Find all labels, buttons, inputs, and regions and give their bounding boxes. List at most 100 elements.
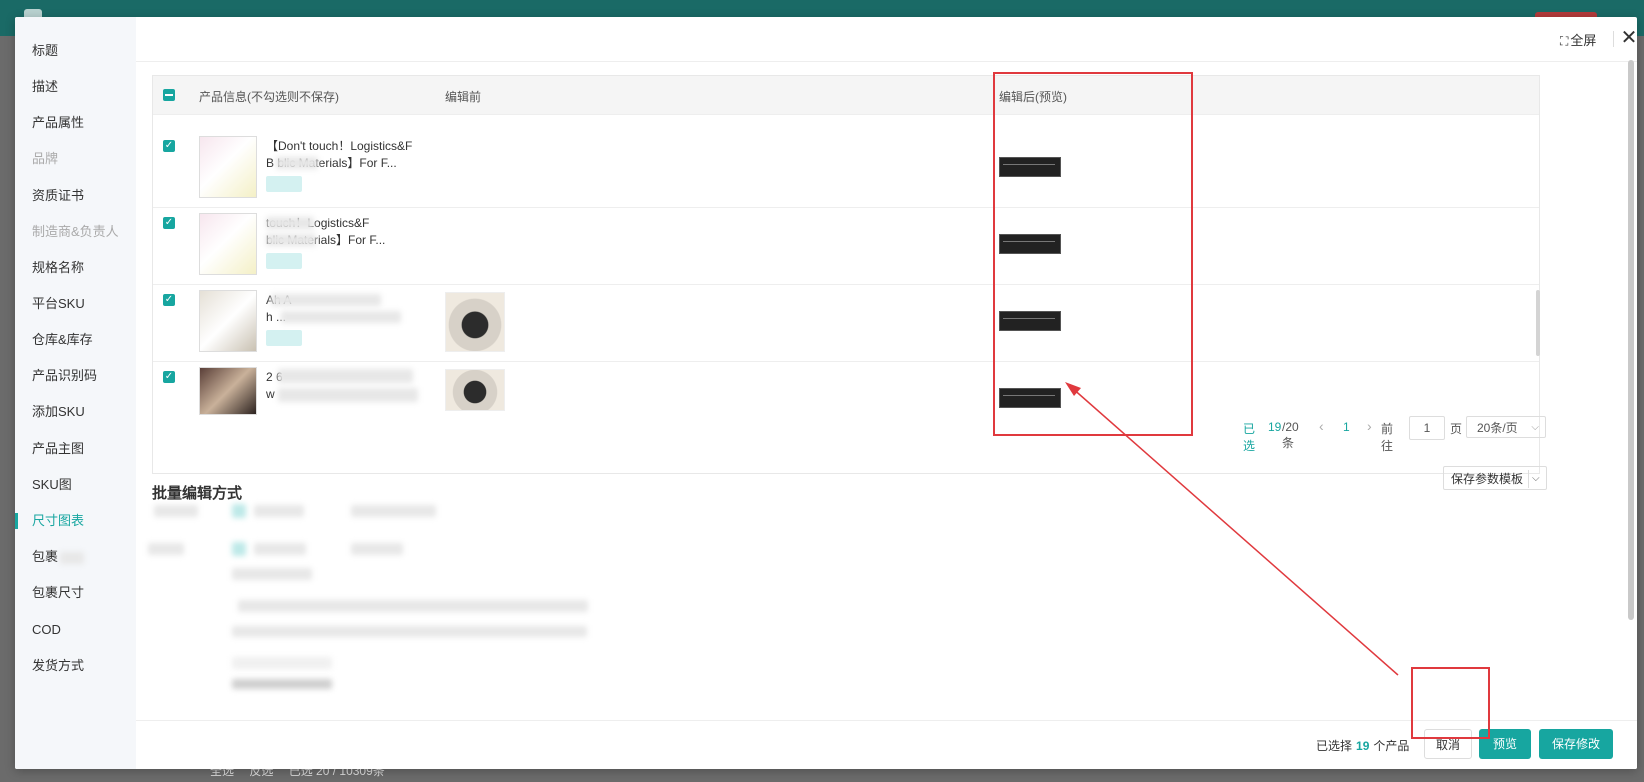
blurred-text: [148, 543, 184, 555]
preview-button[interactable]: 预览: [1479, 729, 1531, 759]
blurred-text: [254, 505, 304, 517]
page-size-select[interactable]: 20条/页 ⌵: [1466, 416, 1546, 438]
blurred-radio: [232, 542, 246, 556]
nav-item-attributes[interactable]: 产品属性: [15, 110, 136, 136]
blurred-text: [266, 217, 314, 229]
blurred-text: [271, 294, 381, 306]
table-row: ✓ 【Don't touch！Logistics&F B blic Materi…: [153, 130, 1539, 208]
row-checkbox[interactable]: ✓: [163, 217, 175, 229]
chevron-down-icon: ⌵: [1531, 422, 1539, 433]
product-thumbnail: [199, 290, 257, 352]
cancel-button[interactable]: 取消: [1424, 729, 1472, 759]
row-checkbox[interactable]: ✓: [163, 140, 175, 152]
product-table: 产品信息(不勾选则不保存) 编辑前 编辑后(预览) ✓ 【Don't touch…: [152, 75, 1546, 474]
nav-item-platform-sku[interactable]: 平台SKU: [15, 291, 136, 317]
pagination-selected-count: 19: [1268, 420, 1282, 434]
blurred-text: [351, 543, 403, 555]
nav-item-description[interactable]: 描述: [15, 74, 136, 100]
row-checkbox[interactable]: ✓: [163, 294, 175, 306]
selected-product-count: 已选择 19 个产品: [1316, 737, 1409, 754]
blurred-text: [278, 388, 418, 402]
nav-item-cod[interactable]: COD: [15, 617, 136, 643]
button-divider: [1528, 470, 1529, 488]
before-image: [445, 292, 505, 352]
product-thumbnail: [199, 136, 257, 198]
col-after: 编辑后(预览): [999, 90, 1067, 104]
product-title-line: 【Don't touch！Logistics&F: [266, 139, 413, 153]
col-before: 编辑前: [445, 90, 482, 104]
product-thumbnail: [199, 367, 257, 415]
blurred-text: [232, 568, 312, 580]
batch-edit-title: 批量编辑方式: [152, 485, 243, 502]
blurred-text: [278, 369, 413, 383]
save-changes-button[interactable]: 保存修改: [1539, 729, 1613, 759]
product-tag: [266, 253, 302, 269]
nav-item-main-image[interactable]: 产品主图: [15, 436, 136, 462]
nav-item-package[interactable]: 包裹: [15, 544, 136, 570]
size-chart-preview: [999, 311, 1061, 331]
table-row: ✓ 2 6 w: [153, 361, 1539, 416]
save-template-label: 保存参数模板: [1451, 472, 1524, 486]
chevron-down-icon[interactable]: ⌵: [1532, 467, 1540, 491]
save-template-button[interactable]: 保存参数模板 ⌵: [1443, 466, 1547, 490]
blurred-text: [276, 157, 318, 169]
blurred-text: [60, 551, 85, 564]
col-product-info: 产品信息(不勾选则不保存): [199, 90, 339, 104]
batch-edit-dialog: 标题 描述 产品属性 品牌 资质证书 制造商&负责人 规格名称 平台SKU 仓库…: [15, 17, 1637, 769]
nav-item-brand: 品牌: [32, 151, 59, 166]
before-image: [445, 369, 505, 411]
product-tag: [266, 330, 302, 346]
pagination-total: /20条: [1282, 420, 1299, 450]
next-page-icon[interactable]: ›: [1367, 418, 1372, 434]
table-row: ✓ Ah A h ...: [153, 284, 1539, 362]
fullscreen-button[interactable]: ⛶ 全屏: [1560, 30, 1596, 49]
nav-item-certificates[interactable]: 资质证书: [15, 183, 136, 209]
nav-item-shipping[interactable]: 发货方式: [15, 653, 136, 679]
expand-icon: ⛶: [1560, 34, 1569, 48]
size-chart-preview: [999, 234, 1061, 254]
table-header: 产品信息(不勾选则不保存) 编辑前 编辑后(预览): [153, 76, 1539, 115]
nav-item-package-size[interactable]: 包裹尺寸: [15, 580, 136, 606]
dialog-footer: 已选择 19 个产品 取消 预览 保存修改: [136, 720, 1637, 769]
dialog-content: ⛶ 全屏 ✕ 产品信息(不勾选则不保存) 编辑前 编辑后(预览) ✓ 【Don't…: [136, 17, 1637, 769]
section-nav: 标题 描述 产品属性 品牌 资质证书 制造商&负责人 规格名称 平台SKU 仓库…: [15, 17, 136, 769]
prev-page-icon[interactable]: ‹: [1319, 418, 1324, 434]
nav-item-add-sku[interactable]: 添加SKU: [15, 399, 136, 425]
header-divider: [1613, 31, 1614, 47]
nav-item-warehouse-stock[interactable]: 仓库&库存: [15, 327, 136, 353]
page-size-value: 20条/页: [1477, 421, 1518, 435]
page-scrollbar[interactable]: [1628, 60, 1634, 620]
pagination-selected-label: 已选: [1243, 422, 1256, 453]
fullscreen-label: 全屏: [1570, 33, 1597, 48]
size-chart-preview: [999, 157, 1061, 177]
blurred-text: [266, 234, 316, 246]
blurred-text: [232, 657, 332, 669]
select-all-checkbox[interactable]: [163, 89, 175, 101]
row-checkbox[interactable]: ✓: [163, 371, 175, 383]
nav-item-manufacturer: 制造商&负责人: [32, 224, 119, 239]
nav-item-spec-name[interactable]: 规格名称: [15, 255, 136, 281]
blurred-text: [238, 600, 588, 612]
nav-item-label: 包裹: [32, 549, 59, 564]
selected-prefix: 已选择: [1316, 739, 1353, 753]
page-number-input[interactable]: 1: [1409, 416, 1445, 440]
selected-suffix: 个产品: [1373, 739, 1410, 753]
table-row: ✓ touch！Logistics&F blic Materials】For F…: [153, 207, 1539, 285]
blurred-text: [351, 505, 436, 517]
blurred-text: [254, 543, 306, 555]
nav-item-sku-image[interactable]: SKU图: [15, 472, 136, 498]
nav-item-identifier[interactable]: 产品识别码: [15, 363, 136, 389]
product-tag: [266, 176, 302, 192]
blurred-text: [232, 626, 587, 637]
pagination-page-1[interactable]: 1: [1343, 420, 1350, 434]
product-thumbnail: [199, 213, 257, 275]
blurred-radio: [232, 504, 246, 518]
blurred-text: [232, 679, 332, 689]
close-icon[interactable]: ✕: [1619, 26, 1637, 50]
dialog-header: ⛶ 全屏 ✕: [136, 17, 1637, 62]
nav-item-size-chart[interactable]: 尺寸图表: [15, 508, 136, 534]
table-scrollbar[interactable]: [1536, 290, 1540, 356]
nav-item-title[interactable]: 标题: [15, 38, 136, 64]
pagination-page-unit: 页: [1450, 422, 1463, 436]
size-chart-preview: [999, 388, 1061, 408]
